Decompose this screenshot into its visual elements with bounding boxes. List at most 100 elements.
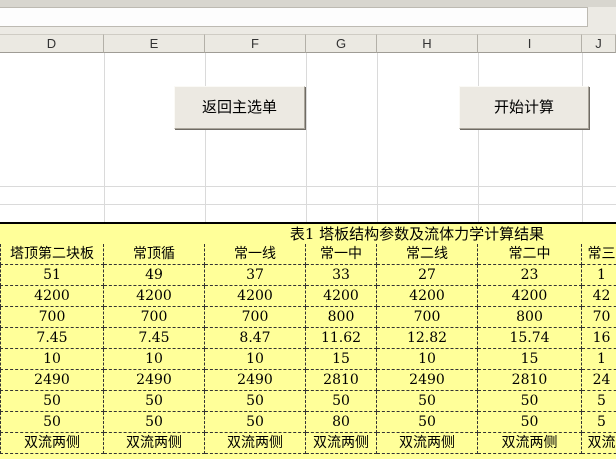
- table-cell[interactable]: 双流: [582, 433, 616, 454]
- table-cell[interactable]: 50: [377, 391, 478, 412]
- table-cell[interactable]: 双流两侧: [0, 433, 104, 454]
- table-cell[interactable]: 42: [582, 286, 616, 307]
- table-cell[interactable]: 700: [377, 307, 478, 328]
- table-cell[interactable]: 50: [478, 412, 582, 433]
- back-to-main-menu-button[interactable]: 返回主选单: [174, 86, 305, 129]
- table-cell[interactable]: 10: [0, 349, 104, 370]
- table-cell[interactable]: 49: [104, 265, 205, 286]
- table-cell[interactable]: 50: [205, 391, 306, 412]
- table-cell[interactable]: 4200: [478, 286, 582, 307]
- table-row: 50 50 50 80 50 50 5: [0, 412, 616, 433]
- table-row: 2490 2490 2490 2810 2490 2810 24: [0, 370, 616, 391]
- table-cell[interactable]: 7.45: [0, 328, 104, 349]
- table-cell[interactable]: 10: [104, 349, 205, 370]
- table-cell[interactable]: 51: [0, 265, 104, 286]
- column-header-j[interactable]: J: [582, 34, 616, 53]
- table-cell[interactable]: 50: [306, 391, 377, 412]
- column-header-g[interactable]: G: [306, 34, 377, 53]
- toolbar-edge: [0, 0, 616, 7]
- table-cell[interactable]: 5: [582, 412, 616, 433]
- table-cell[interactable]: 双流两侧: [377, 433, 478, 454]
- table-header-cell[interactable]: 常一线: [205, 244, 306, 265]
- table-cell[interactable]: 50: [478, 391, 582, 412]
- table-cell[interactable]: 2490: [104, 370, 205, 391]
- table-cell[interactable]: 15.74: [478, 328, 582, 349]
- table-header-cell[interactable]: 常三: [582, 244, 616, 265]
- table-header-cell[interactable]: 常一中: [306, 244, 377, 265]
- table-cell[interactable]: 800: [478, 307, 582, 328]
- table-row: 7.45 7.45 8.47 11.62 12.82 15.74 16: [0, 328, 616, 349]
- table-cell[interactable]: 700: [104, 307, 205, 328]
- table-row: 4200 4200 4200 4200 4200 4200 42: [0, 286, 616, 307]
- table-header-cell[interactable]: 常顶循: [104, 244, 205, 265]
- column-header-i[interactable]: I: [478, 34, 582, 53]
- table-cell[interactable]: 27: [377, 265, 478, 286]
- table-row: 10 10 10 15 10 15 1: [0, 349, 616, 370]
- table-cell[interactable]: 37: [205, 265, 306, 286]
- table-cell[interactable]: 50: [377, 412, 478, 433]
- table-cell[interactable]: 双流两侧: [104, 433, 205, 454]
- table-cell[interactable]: 15: [306, 349, 377, 370]
- table-header-cell[interactable]: 常二中: [478, 244, 582, 265]
- table-cell[interactable]: 50: [0, 412, 104, 433]
- table-cell[interactable]: 1: [582, 265, 616, 286]
- grid-vline: [205, 53, 206, 223]
- table-row: 50 50 50 50 50 50 5: [0, 391, 616, 412]
- table-cell[interactable]: 双流两侧: [306, 433, 377, 454]
- table-cell[interactable]: 8.47: [205, 328, 306, 349]
- grid-vline: [104, 53, 105, 223]
- table-row: 双流两侧 双流两侧 双流两侧 双流两侧 双流两侧 双流两侧 双流: [0, 433, 616, 454]
- column-header-d[interactable]: D: [0, 34, 104, 53]
- table-cell[interactable]: 2810: [306, 370, 377, 391]
- table-cell[interactable]: 7.45: [104, 328, 205, 349]
- table-cell[interactable]: 10: [205, 349, 306, 370]
- table-cell[interactable]: 700: [0, 307, 104, 328]
- table-cell[interactable]: 4200: [104, 286, 205, 307]
- table-cell[interactable]: 50: [205, 412, 306, 433]
- table-cell[interactable]: 33: [306, 265, 377, 286]
- column-header-f[interactable]: F: [205, 34, 306, 53]
- table-cell[interactable]: 700: [205, 307, 306, 328]
- table-title: 表1 塔板结构参数及流体力学计算结果: [289, 225, 545, 243]
- table-cell[interactable]: 10: [377, 349, 478, 370]
- table-cell[interactable]: 2810: [478, 370, 582, 391]
- table-cell[interactable]: 16: [582, 328, 616, 349]
- table-cell[interactable]: 11.62: [306, 328, 377, 349]
- table-cell[interactable]: 12.82: [377, 328, 478, 349]
- table-cell[interactable]: 800: [306, 307, 377, 328]
- table-cell[interactable]: 5: [582, 391, 616, 412]
- grid-vline: [377, 53, 378, 223]
- results-table: 表1 塔板结构参数及流体力学计算结果 塔顶第二块板 常顶循 常一线 常一中 常二线 常二中…: [0, 222, 616, 459]
- table-header-cell[interactable]: 常二线: [377, 244, 478, 265]
- table-row: 51 49 37 33 27 23 1: [0, 265, 616, 286]
- table-cell[interactable]: 50: [0, 391, 104, 412]
- column-header-e[interactable]: E: [104, 34, 205, 53]
- table-cell[interactable]: 4200: [306, 286, 377, 307]
- grid-vline: [306, 53, 307, 223]
- table-cell[interactable]: 15: [478, 349, 582, 370]
- grid-vline: [478, 53, 479, 223]
- table-cell[interactable]: 4200: [377, 286, 478, 307]
- table-cell[interactable]: 1: [582, 349, 616, 370]
- table-cell[interactable]: 50: [104, 412, 205, 433]
- table-cell[interactable]: 4200: [205, 286, 306, 307]
- formula-bar[interactable]: [0, 7, 588, 27]
- table-header-cell[interactable]: 塔顶第二块板: [0, 244, 104, 265]
- table-header-row: 塔顶第二块板 常顶循 常一线 常一中 常二线 常二中 常三: [0, 244, 616, 265]
- grid-hline: [0, 186, 616, 187]
- column-header-h[interactable]: H: [377, 34, 478, 53]
- table-cell[interactable]: 双流两侧: [478, 433, 582, 454]
- start-calculation-button[interactable]: 开始计算: [459, 86, 589, 129]
- grid-vline: [582, 53, 583, 223]
- table-cell[interactable]: 50: [104, 391, 205, 412]
- table-cell[interactable]: 70: [582, 307, 616, 328]
- table-cell[interactable]: 双流两侧: [205, 433, 306, 454]
- table-cell[interactable]: 23: [478, 265, 582, 286]
- table-cell[interactable]: 80: [306, 412, 377, 433]
- table-cell[interactable]: 2490: [377, 370, 478, 391]
- table-cell[interactable]: 24: [582, 370, 616, 391]
- table-cell[interactable]: 2490: [0, 370, 104, 391]
- table-row: 700 700 700 800 700 800 70: [0, 307, 616, 328]
- table-cell[interactable]: 2490: [205, 370, 306, 391]
- table-cell[interactable]: 4200: [0, 286, 104, 307]
